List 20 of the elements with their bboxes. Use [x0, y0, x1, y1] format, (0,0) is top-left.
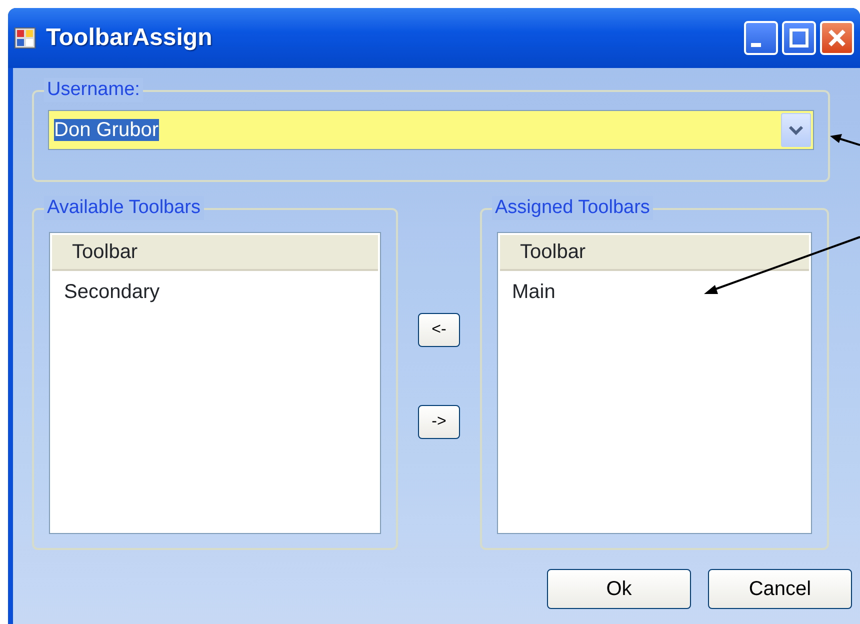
group-title: Assigned Toolbars [492, 196, 653, 220]
minimize-icon [751, 43, 761, 48]
list-item[interactable]: Main [498, 273, 811, 311]
maximize-button[interactable] [782, 21, 816, 55]
cancel-button[interactable]: Cancel [708, 569, 852, 609]
move-button[interactable]: <- [418, 313, 460, 347]
minimize-button[interactable] [744, 21, 778, 55]
column-header[interactable]: Toolbar [500, 235, 809, 271]
group-title: Available Toolbars [44, 196, 204, 220]
app-icon [14, 27, 36, 49]
username-value: Don Grubor [54, 119, 158, 141]
move-button[interactable]: -> [418, 405, 460, 439]
dropdown-icon[interactable] [781, 113, 811, 147]
username-label: Username: [44, 78, 143, 102]
ok-button[interactable]: Ok [547, 569, 691, 609]
close-button[interactable] [820, 21, 854, 55]
username-combo[interactable]: Don Grubor [48, 110, 814, 150]
column-header[interactable]: Toolbar [52, 235, 378, 271]
list-item[interactable]: Secondary [50, 273, 380, 311]
window-title: ToolbarAssign [46, 23, 214, 53]
